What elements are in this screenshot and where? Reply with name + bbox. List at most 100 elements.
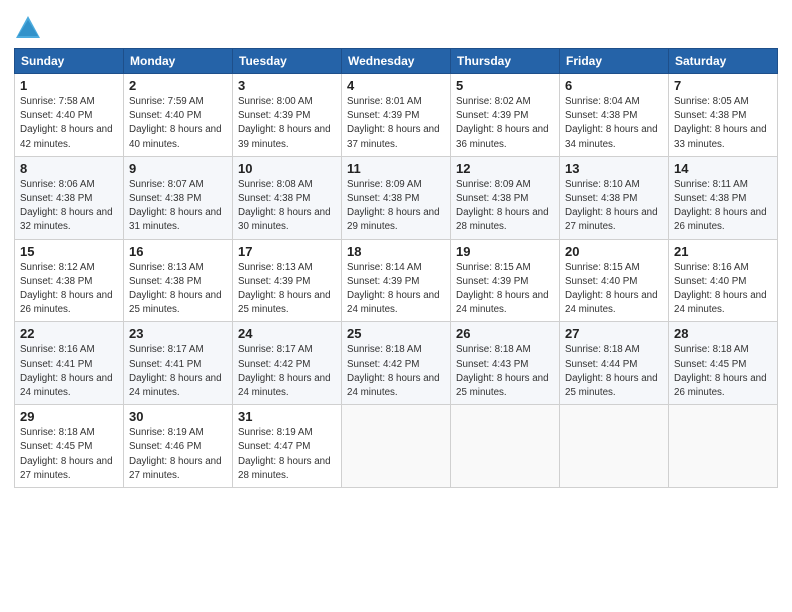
day-number: 28 [674,326,772,341]
calendar-cell: 14 Sunrise: 8:11 AMSunset: 4:38 PMDayligh… [669,156,778,239]
day-number: 12 [456,161,554,176]
day-number: 24 [238,326,336,341]
col-header-wednesday: Wednesday [342,49,451,74]
day-info: Sunrise: 8:08 AMSunset: 4:38 PMDaylight:… [238,179,331,233]
day-number: 31 [238,409,336,424]
day-info: Sunrise: 8:15 AMSunset: 4:40 PMDaylight:… [565,262,658,316]
day-number: 29 [20,409,118,424]
header [14,10,778,42]
day-info: Sunrise: 8:17 AMSunset: 4:42 PMDaylight:… [238,344,331,398]
calendar-cell: 29 Sunrise: 8:18 AMSunset: 4:45 PMDayligh… [15,405,124,488]
calendar-cell: 9 Sunrise: 8:07 AMSunset: 4:38 PMDaylight… [124,156,233,239]
calendar-cell: 4 Sunrise: 8:01 AMSunset: 4:39 PMDaylight… [342,74,451,157]
day-number: 2 [129,78,227,93]
day-info: Sunrise: 7:59 AMSunset: 4:40 PMDaylight:… [129,96,222,150]
calendar-cell: 17 Sunrise: 8:13 AMSunset: 4:39 PMDayligh… [233,239,342,322]
day-info: Sunrise: 8:02 AMSunset: 4:39 PMDaylight:… [456,96,549,150]
day-number: 23 [129,326,227,341]
day-info: Sunrise: 8:14 AMSunset: 4:39 PMDaylight:… [347,262,440,316]
calendar-cell: 8Sunrise: 8:06 AMSunset: 4:38 PMDaylight… [15,156,124,239]
calendar-cell: 10 Sunrise: 8:08 AMSunset: 4:38 PMDayligh… [233,156,342,239]
day-info: Sunrise: 8:16 AMSunset: 4:41 PMDaylight:… [20,344,113,398]
day-number: 3 [238,78,336,93]
page: SundayMondayTuesdayWednesdayThursdayFrid… [0,0,792,612]
day-info: Sunrise: 8:11 AMSunset: 4:38 PMDaylight:… [674,179,767,233]
day-number: 10 [238,161,336,176]
day-info: Sunrise: 8:09 AMSunset: 4:38 PMDaylight:… [456,179,549,233]
calendar-cell: 13Sunrise: 8:10 AMSunset: 4:38 PMDayligh… [560,156,669,239]
day-number: 6 [565,78,663,93]
calendar-cell: 11Sunrise: 8:09 AMSunset: 4:38 PMDayligh… [342,156,451,239]
day-info: Sunrise: 8:00 AMSunset: 4:39 PMDaylight:… [238,96,331,150]
day-info: Sunrise: 8:19 AMSunset: 4:47 PMDaylight:… [238,427,331,481]
day-info: Sunrise: 8:10 AMSunset: 4:38 PMDaylight:… [565,179,658,233]
day-info: Sunrise: 8:06 AMSunset: 4:38 PMDaylight:… [20,179,113,233]
day-number: 26 [456,326,554,341]
col-header-saturday: Saturday [669,49,778,74]
calendar-table: SundayMondayTuesdayWednesdayThursdayFrid… [14,48,778,488]
day-info: Sunrise: 8:18 AMSunset: 4:44 PMDaylight:… [565,344,658,398]
day-number: 22 [20,326,118,341]
day-info: Sunrise: 8:01 AMSunset: 4:39 PMDaylight:… [347,96,440,150]
calendar-cell [669,405,778,488]
col-header-tuesday: Tuesday [233,49,342,74]
day-info: Sunrise: 8:18 AMSunset: 4:45 PMDaylight:… [674,344,767,398]
day-number: 14 [674,161,772,176]
day-info: Sunrise: 8:18 AMSunset: 4:43 PMDaylight:… [456,344,549,398]
day-number: 27 [565,326,663,341]
week-row-4: 22 Sunrise: 8:16 AMSunset: 4:41 PMDayligh… [15,322,778,405]
calendar-cell: 18 Sunrise: 8:14 AMSunset: 4:39 PMDayligh… [342,239,451,322]
day-number: 4 [347,78,445,93]
calendar-cell: 20Sunrise: 8:15 AMSunset: 4:40 PMDayligh… [560,239,669,322]
calendar-cell: 5 Sunrise: 8:02 AMSunset: 4:39 PMDaylight… [451,74,560,157]
week-row-2: 8Sunrise: 8:06 AMSunset: 4:38 PMDaylight… [15,156,778,239]
calendar-cell: 16Sunrise: 8:13 AMSunset: 4:38 PMDayligh… [124,239,233,322]
calendar-cell: 15Sunrise: 8:12 AMSunset: 4:38 PMDayligh… [15,239,124,322]
day-number: 5 [456,78,554,93]
day-number: 9 [129,161,227,176]
calendar-cell: 3 Sunrise: 8:00 AMSunset: 4:39 PMDaylight… [233,74,342,157]
calendar-cell: 31 Sunrise: 8:19 AMSunset: 4:47 PMDayligh… [233,405,342,488]
day-info: Sunrise: 8:04 AMSunset: 4:38 PMDaylight:… [565,96,658,150]
day-info: Sunrise: 8:05 AMSunset: 4:38 PMDaylight:… [674,96,767,150]
day-number: 21 [674,244,772,259]
col-header-thursday: Thursday [451,49,560,74]
week-row-5: 29 Sunrise: 8:18 AMSunset: 4:45 PMDayligh… [15,405,778,488]
day-number: 30 [129,409,227,424]
day-number: 1 [20,78,118,93]
calendar-cell: 12 Sunrise: 8:09 AMSunset: 4:38 PMDayligh… [451,156,560,239]
calendar-cell: 30 Sunrise: 8:19 AMSunset: 4:46 PMDayligh… [124,405,233,488]
day-info: Sunrise: 8:18 AMSunset: 4:45 PMDaylight:… [20,427,113,481]
calendar-cell: 26 Sunrise: 8:18 AMSunset: 4:43 PMDayligh… [451,322,560,405]
day-info: Sunrise: 7:58 AMSunset: 4:40 PMDaylight:… [20,96,113,150]
calendar-cell: 21Sunrise: 8:16 AMSunset: 4:40 PMDayligh… [669,239,778,322]
calendar-cell: 2 Sunrise: 7:59 AMSunset: 4:40 PMDaylight… [124,74,233,157]
calendar-cell: 6 Sunrise: 8:04 AMSunset: 4:38 PMDaylight… [560,74,669,157]
col-header-friday: Friday [560,49,669,74]
day-info: Sunrise: 8:15 AMSunset: 4:39 PMDaylight:… [456,262,549,316]
calendar-cell: 28 Sunrise: 8:18 AMSunset: 4:45 PMDayligh… [669,322,778,405]
calendar-cell [342,405,451,488]
day-info: Sunrise: 8:19 AMSunset: 4:46 PMDaylight:… [129,427,222,481]
day-number: 7 [674,78,772,93]
calendar-cell [560,405,669,488]
calendar-cell: 19Sunrise: 8:15 AMSunset: 4:39 PMDayligh… [451,239,560,322]
calendar-cell: 27 Sunrise: 8:18 AMSunset: 4:44 PMDayligh… [560,322,669,405]
day-number: 25 [347,326,445,341]
day-number: 18 [347,244,445,259]
day-info: Sunrise: 8:07 AMSunset: 4:38 PMDaylight:… [129,179,222,233]
week-row-3: 15Sunrise: 8:12 AMSunset: 4:38 PMDayligh… [15,239,778,322]
calendar-cell: 25 Sunrise: 8:18 AMSunset: 4:42 PMDayligh… [342,322,451,405]
day-info: Sunrise: 8:13 AMSunset: 4:38 PMDaylight:… [129,262,222,316]
col-header-monday: Monday [124,49,233,74]
calendar-cell: 22 Sunrise: 8:16 AMSunset: 4:41 PMDayligh… [15,322,124,405]
day-info: Sunrise: 8:18 AMSunset: 4:42 PMDaylight:… [347,344,440,398]
day-number: 15 [20,244,118,259]
day-number: 17 [238,244,336,259]
calendar-cell [451,405,560,488]
header-row: SundayMondayTuesdayWednesdayThursdayFrid… [15,49,778,74]
day-info: Sunrise: 8:13 AMSunset: 4:39 PMDaylight:… [238,262,331,316]
calendar-cell: 23 Sunrise: 8:17 AMSunset: 4:41 PMDayligh… [124,322,233,405]
calendar-cell: 1 Sunrise: 7:58 AMSunset: 4:40 PMDaylight… [15,74,124,157]
day-info: Sunrise: 8:17 AMSunset: 4:41 PMDaylight:… [129,344,222,398]
